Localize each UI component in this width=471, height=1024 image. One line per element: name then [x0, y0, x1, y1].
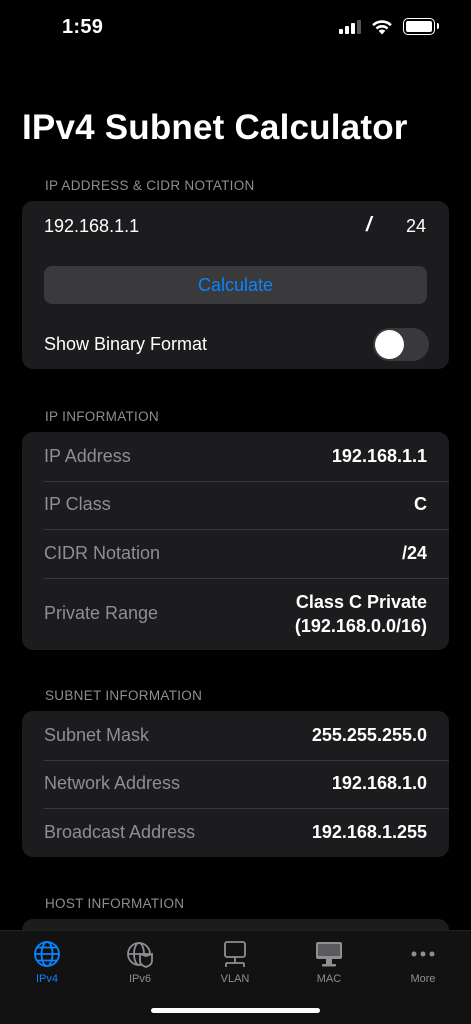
battery-icon	[403, 18, 439, 35]
tab-label: MAC	[316, 973, 342, 985]
cellular-signal-icon	[339, 19, 361, 34]
tab-label: IPv6	[128, 973, 151, 985]
row-label: Private Range	[44, 603, 159, 623]
row-value: 255.255.255.0	[311, 724, 427, 745]
tab-label: IPv4	[35, 973, 58, 985]
subnet-info-card: Subnet Mask 255.255.255.0 Network Addres…	[22, 711, 449, 857]
input-card: / Calculate Show Binary Format	[22, 201, 449, 369]
status-icons	[339, 18, 439, 35]
input-section-header: IP ADDRESS & CIDR NOTATION	[45, 178, 255, 193]
info-row-ip-address: IP Address 192.168.1.1	[22, 432, 449, 481]
tab-label: More	[410, 973, 436, 985]
tab-ipv4[interactable]: IPv4	[7, 939, 87, 985]
row-label: IP Class	[44, 494, 111, 515]
tab-more[interactable]: More	[383, 939, 463, 985]
status-time: 1:59	[62, 16, 104, 38]
row-value-line: Class C Private	[295, 591, 427, 612]
calculate-button[interactable]: Calculate	[44, 266, 427, 304]
desktop-icon	[316, 942, 342, 967]
info-row-private-range: Private Range Class C Private (192.168.0…	[22, 577, 449, 650]
cidr-input[interactable]	[392, 211, 440, 241]
ip-address-input[interactable]	[44, 215, 344, 237]
info-row-network-address: Network Address 192.168.1.0	[22, 759, 449, 809]
ip-info-section-header: IP INFORMATION	[45, 409, 159, 424]
row-value: 192.168.1.0	[331, 773, 427, 794]
row-label: Network Address	[44, 773, 181, 794]
subnet-info-section-header: SUBNET INFORMATION	[45, 688, 203, 703]
ip-info-card: IP Address 192.168.1.1 IP Class C CIDR N…	[22, 432, 449, 650]
ip-input-row: /	[22, 201, 449, 251]
info-row-ip-class: IP Class C	[22, 480, 449, 530]
tab-mac[interactable]: MAC	[289, 939, 369, 985]
page-title: IPv4 Subnet Calculator	[22, 108, 408, 147]
row-value: 192.168.1.1	[331, 445, 427, 466]
binary-format-label: Show Binary Format	[44, 333, 208, 354]
row-value-line: (192.168.0.0/16)	[294, 615, 427, 636]
row-value: Class C Private (192.168.0.0/16)	[295, 590, 427, 638]
row-label: CIDR Notation	[44, 542, 161, 563]
row-value: C	[414, 494, 427, 515]
ellipsis-icon	[411, 951, 435, 957]
globe-icon	[34, 941, 60, 967]
row-value: 192.168.1.255	[311, 821, 427, 842]
info-row-cidr-notation: CIDR Notation /24	[22, 529, 449, 578]
row-label: IP Address	[44, 445, 131, 466]
status-bar: 1:59	[0, 0, 471, 56]
row-label: Subnet Mask	[44, 724, 150, 745]
binary-format-toggle[interactable]	[373, 327, 429, 361]
info-row-subnet-mask: Subnet Mask 255.255.255.0	[22, 711, 449, 760]
toggle-knob	[375, 329, 404, 359]
row-label: Broadcast Address	[44, 821, 196, 842]
tab-vlan[interactable]: VLAN	[195, 939, 275, 985]
wifi-icon	[372, 19, 392, 34]
home-indicator	[151, 1008, 320, 1013]
monitor-network-icon	[224, 941, 246, 967]
row-value: /24	[401, 542, 427, 563]
cidr-slash: /	[366, 214, 372, 236]
binary-format-row: Show Binary Format	[22, 319, 449, 369]
host-info-section-header: HOST INFORMATION	[45, 896, 185, 911]
tab-ipv6[interactable]: IPv6	[100, 939, 180, 985]
globe-shield-icon	[127, 942, 153, 968]
info-row-broadcast-address: Broadcast Address 192.168.1.255	[22, 808, 449, 857]
tab-label: VLAN	[220, 973, 250, 985]
